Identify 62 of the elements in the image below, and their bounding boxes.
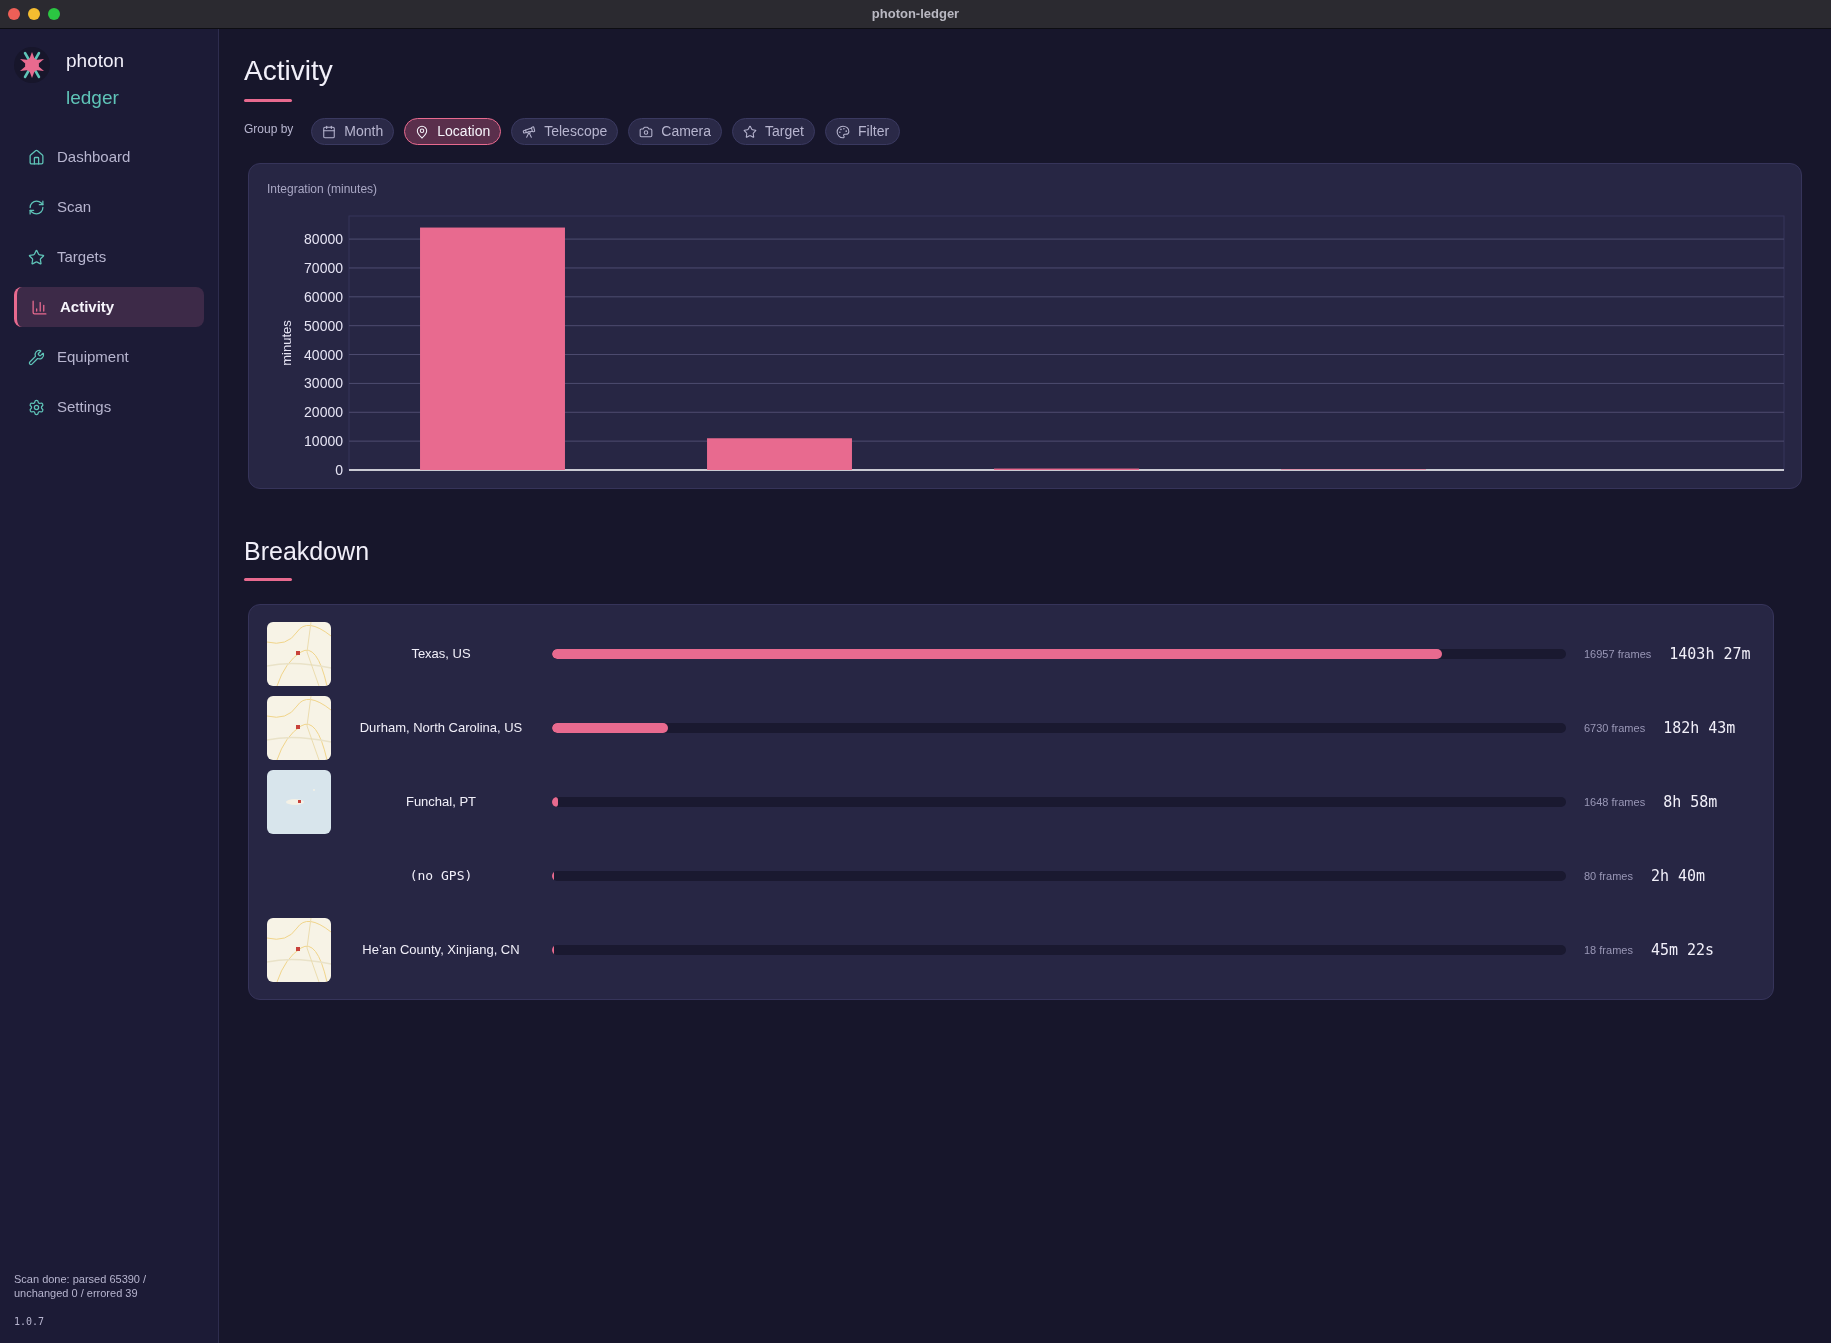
duration-value: 182h 43m — [1663, 717, 1736, 739]
duration-value: 2h 40m — [1650, 865, 1706, 887]
duration-value: 45m 22s — [1650, 939, 1715, 961]
duration-value: 8h 58m — [1663, 791, 1718, 813]
close-button[interactable] — [8, 8, 20, 20]
group-chip[interactable]: Location — [404, 118, 502, 145]
duration-value: 1403h 27m — [1669, 643, 1751, 665]
group-chip[interactable]: Target — [732, 118, 815, 145]
axis-tick-label: 0 — [335, 462, 343, 478]
axis-tick-label: 50000 — [304, 317, 343, 334]
version-label: 1.0.7 — [14, 1315, 46, 1329]
axis-tick-label: 60000 — [304, 288, 343, 305]
nav-item[interactable]: Settings — [14, 387, 204, 427]
group-chip[interactable]: Camera — [628, 118, 723, 145]
location-label: Funchal, PT — [404, 793, 478, 812]
refresh-icon — [28, 198, 45, 216]
home-icon — [28, 148, 45, 166]
group-chip[interactable]: Month — [311, 118, 395, 145]
star-icon — [28, 248, 45, 266]
location-label: (no GPS) — [408, 867, 474, 886]
location-label: He’an County, Xinjiang, CN — [361, 941, 521, 960]
group-by-label: Group by — [244, 120, 294, 138]
axis-label: minutes — [279, 320, 294, 366]
location-label: Texas, US — [410, 645, 472, 664]
axis-tick-label: 20000 — [304, 404, 343, 421]
group-chip[interactable]: Filter — [825, 118, 901, 145]
app-subtitle: ledger — [66, 86, 120, 107]
settings-icon — [28, 398, 45, 416]
section-title: Breakdown — [244, 539, 370, 564]
calendar-icon — [322, 124, 337, 139]
nav-item[interactable]: Activity — [14, 287, 204, 327]
nav-item[interactable]: Targets — [14, 237, 204, 277]
nav-item[interactable]: Dashboard — [14, 137, 204, 177]
map-pin-icon — [415, 124, 430, 139]
page-title: Activity — [244, 57, 333, 85]
scan-status: Scan done: parsed 65390 / unchanged 0 / errored 39 — [14, 1272, 148, 1300]
frame-count: 1648 frames — [1584, 794, 1646, 810]
chart-title: Integration (minutes) — [267, 181, 378, 198]
wrench-icon — [28, 348, 45, 366]
axis-tick-label: 30000 — [304, 375, 343, 392]
axis-tick-label: 70000 — [304, 259, 343, 276]
location-label: Durham, North Carolina, US — [358, 719, 524, 738]
app-name: photon — [66, 51, 125, 70]
palette-icon — [836, 124, 850, 139]
nav-item[interactable]: Equipment — [14, 337, 204, 377]
axis-tick-label: 80000 — [304, 231, 343, 248]
logo-icon — [14, 47, 50, 83]
maximize-button[interactable] — [48, 8, 60, 20]
minimize-button[interactable] — [28, 8, 40, 20]
star-icon — [743, 124, 758, 139]
nav-item[interactable]: Scan — [14, 187, 204, 227]
axis-tick-label: 10000 — [304, 433, 343, 450]
frame-count: 16957 frames — [1584, 646, 1652, 662]
frame-count: 6730 frames — [1584, 720, 1646, 736]
frame-count: 80 frames — [1584, 868, 1633, 884]
window-title: photon-ledger — [871, 5, 960, 24]
group-chip[interactable]: Telescope — [511, 118, 619, 145]
axis-tick-label: 40000 — [304, 346, 343, 363]
camera-icon — [639, 124, 654, 139]
telescope-icon — [522, 124, 537, 139]
frame-count: 18 frames — [1584, 942, 1633, 958]
bar-chart-icon — [31, 298, 48, 316]
